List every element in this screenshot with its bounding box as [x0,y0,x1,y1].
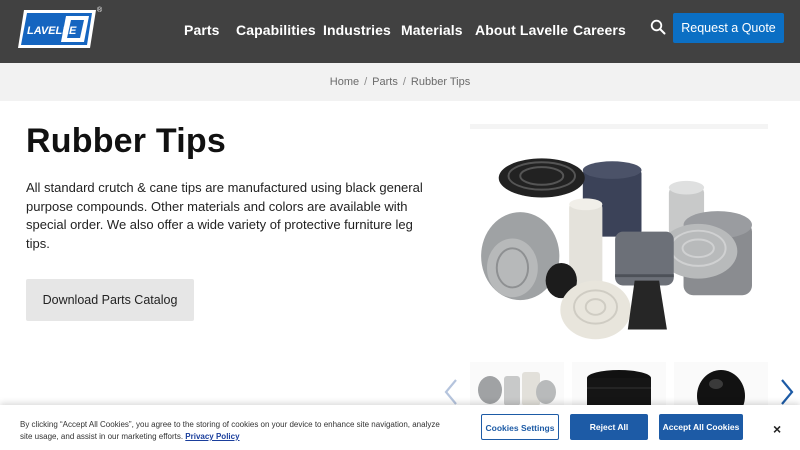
site-header: LAVELLE ® Parts Capabilities Industries … [0,0,800,63]
close-icon[interactable]: × [773,421,781,437]
breadcrumb-home[interactable]: Home [330,76,359,88]
cookies-settings-button[interactable]: Cookies Settings [481,414,559,440]
breadcrumb-current: Rubber Tips [410,76,471,88]
nav-item-about[interactable]: About Lavelle [475,22,568,38]
page-description: All standard crutch & cane tips are manu… [26,180,423,251]
page-title: Rubber Tips [26,122,226,160]
gallery-thumbnail[interactable] [674,362,768,406]
nav-item-careers[interactable]: Careers [573,22,626,38]
chevron-left-icon[interactable] [444,378,458,406]
accept-all-cookies-button[interactable]: Accept All Cookies [659,414,743,440]
cookie-banner: By clicking “Accept All Cookies”, you ag… [0,405,800,450]
thumbnail-image [478,372,556,406]
nav-item-parts[interactable]: Parts [184,22,220,38]
privacy-policy-link[interactable]: Privacy Policy [185,432,239,441]
gallery-thumbnail[interactable] [572,362,666,406]
lavelle-logo[interactable]: LAVELLE [16,8,98,50]
registered-mark: ® [97,7,103,14]
gallery-thumbnail[interactable] [470,362,564,406]
gallery-thumbnails [470,362,768,406]
cookie-message: By clicking “Accept All Cookies”, you ag… [20,419,450,443]
download-catalog-button[interactable]: Download Parts Catalog [26,279,194,321]
breadcrumb: Home / Parts / Rubber Tips [329,76,471,88]
nav-item-materials[interactable]: Materials [401,22,463,38]
thumbnail-image [697,370,745,406]
logo-text: LAVELLE [27,25,77,37]
breadcrumb-bar: Home / Parts / Rubber Tips [0,63,800,101]
thumbnail-image [587,370,651,406]
request-quote-button[interactable]: Request a Quote [673,13,784,43]
chevron-right-icon[interactable] [780,378,794,406]
nav-item-industries[interactable]: Industries [323,22,391,38]
search-icon[interactable] [650,19,666,35]
nav-item-capabilities[interactable]: Capabilities [236,22,316,38]
rubber-tips-product-image [470,124,768,350]
breadcrumb-parts[interactable]: Parts [372,76,398,88]
reject-all-button[interactable]: Reject All [570,414,648,440]
